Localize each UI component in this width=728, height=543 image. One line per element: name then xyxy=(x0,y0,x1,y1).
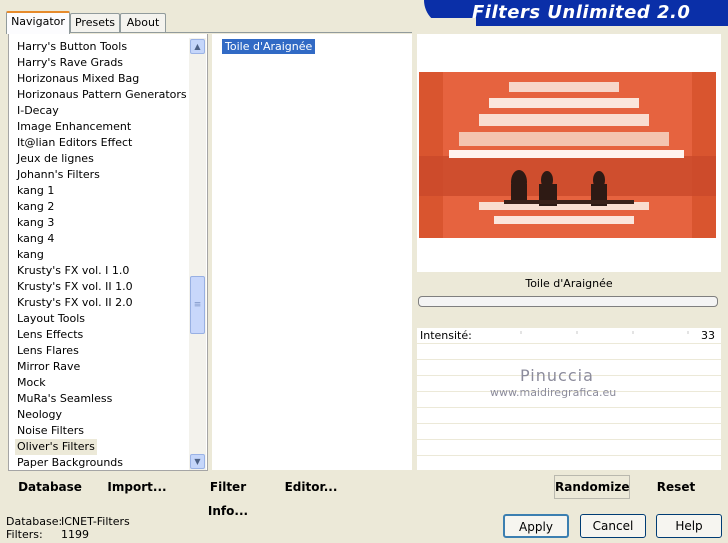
param-slider-ticks[interactable] xyxy=(465,331,689,341)
cancel-button[interactable]: Cancel xyxy=(580,514,646,538)
category-item[interactable]: kang 4 xyxy=(15,231,56,247)
category-item[interactable]: kang 2 xyxy=(15,199,56,215)
category-item[interactable]: kang 1 xyxy=(15,183,56,199)
category-item[interactable]: Image Enhancement xyxy=(15,119,133,135)
watermark-name: Pinuccia xyxy=(520,366,594,385)
param-row-empty xyxy=(417,424,721,440)
category-item[interactable]: Lens Effects xyxy=(15,327,85,343)
database-button[interactable]: Database xyxy=(14,475,86,499)
status-filters: Filters: 1199 xyxy=(6,528,89,541)
category-item[interactable]: Krusty's FX vol. II 1.0 xyxy=(15,279,135,295)
help-button[interactable]: Help xyxy=(656,514,722,538)
param-row-empty xyxy=(417,440,721,456)
tab-presets-label: Presets xyxy=(74,16,116,29)
selected-filter-name: Toile d'Araignée xyxy=(417,272,721,296)
app-title: Filters Unlimited 2.0 xyxy=(472,2,691,23)
category-item[interactable]: Layout Tools xyxy=(15,311,87,327)
scroll-thumb[interactable]: ≡ xyxy=(190,276,205,334)
editor-button[interactable]: Editor... xyxy=(284,475,338,499)
preview-area xyxy=(417,34,721,272)
tab-navigator-label: Navigator xyxy=(11,15,65,28)
import-button[interactable]: Import... xyxy=(106,475,168,499)
category-item[interactable]: Oliver's Filters xyxy=(15,439,97,455)
reset-button[interactable]: Reset xyxy=(644,475,708,499)
filter-item[interactable]: Toile d'Araignée xyxy=(222,39,316,54)
category-item[interactable]: Horizonaus Mixed Bag xyxy=(15,71,141,87)
param-row-intensite[interactable]: Intensité: 33 xyxy=(417,328,721,344)
status-database-value: ICNET-Filters xyxy=(61,515,130,528)
status-database: Database: ICNET-Filters xyxy=(6,515,130,528)
preview-panel: Toile d'Araignée Intensité: 33 Pinuccia … xyxy=(417,34,721,471)
filter-list[interactable]: Toile d'Araignée xyxy=(212,34,412,470)
preview-image xyxy=(419,72,716,238)
apply-button[interactable]: Apply xyxy=(503,514,569,538)
param-value: 33 xyxy=(701,329,715,342)
filter-info-button[interactable]: Filter Info... xyxy=(188,475,268,518)
category-item[interactable]: Harry's Rave Grads xyxy=(15,55,125,71)
tab-about[interactable]: About xyxy=(120,13,166,32)
scroll-up-button[interactable]: ▲ xyxy=(190,39,205,54)
category-item[interactable]: Neology xyxy=(15,407,64,423)
category-item[interactable]: Krusty's FX vol. I 1.0 xyxy=(15,263,131,279)
category-item[interactable]: Mirror Rave xyxy=(15,359,82,375)
category-item[interactable]: Krusty's FX vol. II 2.0 xyxy=(15,295,135,311)
status-filters-label: Filters: xyxy=(6,528,43,541)
category-item[interactable]: Harry's Button Tools xyxy=(15,39,129,55)
watermark-url: www.maidiregrafica.eu xyxy=(490,386,617,399)
param-row-empty xyxy=(417,456,721,471)
category-item[interactable]: Horizonaus Pattern Generators xyxy=(15,87,189,103)
category-item[interactable]: Jeux de lignes xyxy=(15,151,96,167)
category-item[interactable]: kang 3 xyxy=(15,215,56,231)
category-item[interactable]: Noise Filters xyxy=(15,423,86,439)
category-item[interactable]: MuRa's Seamless xyxy=(15,391,114,407)
category-item[interactable]: It@lian Editors Effect xyxy=(15,135,134,151)
category-item[interactable]: kang xyxy=(15,247,46,263)
randomize-button[interactable]: Randomize xyxy=(554,475,630,499)
category-item[interactable]: Johann's Filters xyxy=(15,167,102,183)
scroll-down-button[interactable]: ▼ xyxy=(190,454,205,469)
category-item[interactable]: Lens Flares xyxy=(15,343,81,359)
status-filters-value: 1199 xyxy=(61,528,89,541)
tab-navigator[interactable]: Navigator xyxy=(6,11,70,34)
param-row-empty xyxy=(417,408,721,424)
category-scrollbar[interactable]: ▲ ≡ ▼ xyxy=(189,38,206,470)
param-row-empty xyxy=(417,344,721,360)
category-item[interactable]: Paper Backgrounds xyxy=(15,455,125,471)
status-database-label: Database: xyxy=(6,515,63,528)
tab-about-label: About xyxy=(126,16,160,29)
category-item[interactable]: I-Decay xyxy=(15,103,61,119)
progress-bar xyxy=(418,296,718,307)
category-item[interactable]: Mock xyxy=(15,375,48,391)
bottom-toolbar: Database Import... Filter Info... Editor… xyxy=(8,475,721,518)
app-title-banner: Filters Unlimited 2.0 xyxy=(416,0,728,26)
tab-presets[interactable]: Presets xyxy=(70,13,120,32)
category-list[interactable]: Harry's Button Tools Harry's Rave Grads Ho… xyxy=(8,34,208,471)
